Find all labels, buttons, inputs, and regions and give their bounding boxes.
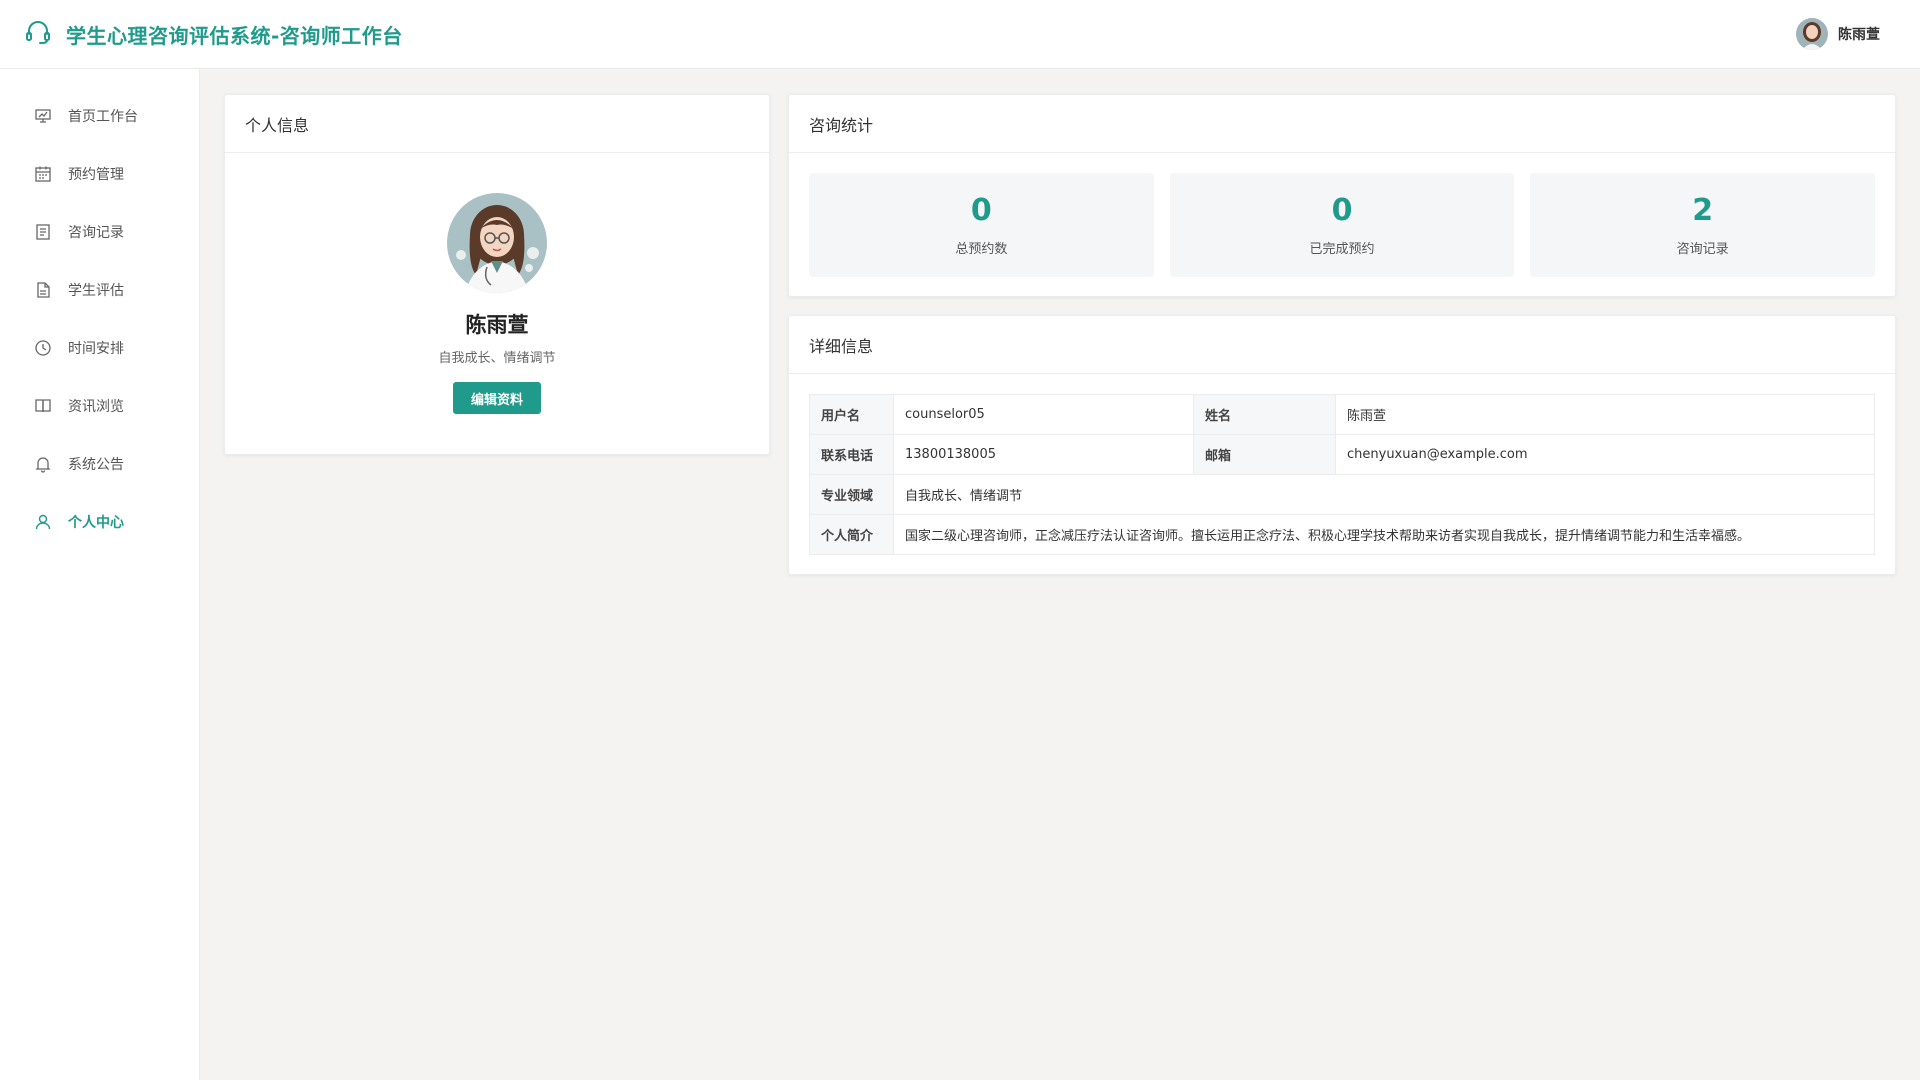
sidebar-item-label: 时间安排 [68,341,124,357]
field-label: 专业领域 [809,474,894,515]
username-label: 用户名 [809,394,894,435]
card-title: 详细信息 [789,316,1895,374]
avatar[interactable] [1796,18,1828,50]
name-value: 陈雨萱 [1335,394,1875,435]
table-row: 用户名 counselor05 姓名 陈雨萱 [809,394,1875,435]
profile-specialty: 自我成长、情绪调节 [438,351,556,366]
details-card: 详细信息 用户名 counselor05 姓名 陈雨萱 联系电话 1380013… [788,315,1896,575]
username-value: counselor05 [893,394,1194,435]
stat-total-appointments: 0 总预约数 [809,173,1154,277]
profile-name: 陈雨萱 [465,313,529,337]
document-icon [34,281,52,299]
app-title: 学生心理咨询评估系统-咨询师工作台 [66,23,403,48]
headset-icon [24,18,52,50]
sidebar: 首页工作台 预约管理 咨询记录 学生评估 时间安排 资讯浏览 系统公告 个人中心 [0,69,200,1080]
sidebar-item-label: 预约管理 [68,167,124,183]
stats-card: 咨询统计 0 总预约数 0 已完成预约 2 咨询记录 [788,94,1896,297]
sidebar-item-label: 资讯浏览 [68,399,124,415]
sidebar-item-news[interactable]: 资讯浏览 [0,377,199,435]
stat-label: 咨询记录 [1676,242,1729,257]
card-title: 咨询统计 [789,95,1895,153]
clock-icon [34,339,52,357]
sidebar-item-assessment[interactable]: 学生评估 [0,261,199,319]
stat-value: 2 [1692,193,1714,228]
phone-label: 联系电话 [809,434,894,475]
table-row: 个人简介 国家二级心理咨询师，正念减压疗法认证咨询师。擅长运用正念疗法、积极心理… [809,514,1875,555]
sidebar-item-appointments[interactable]: 预约管理 [0,145,199,203]
bio-label: 个人简介 [809,514,894,555]
sidebar-item-profile[interactable]: 个人中心 [0,493,199,551]
name-label: 姓名 [1193,394,1336,435]
brand: 学生心理咨询评估系统-咨询师工作台 [24,18,403,50]
email-value: chenyuxuan@example.com [1335,434,1875,475]
table-row: 专业领域 自我成长、情绪调节 [809,474,1875,515]
sidebar-item-records[interactable]: 咨询记录 [0,203,199,261]
bell-icon [34,455,52,473]
sidebar-item-schedule[interactable]: 时间安排 [0,319,199,377]
user-icon [34,513,52,531]
calendar-icon [34,165,52,183]
email-label: 邮箱 [1193,434,1336,475]
card-title: 个人信息 [225,95,769,153]
stat-consultation-records: 2 咨询记录 [1530,173,1876,277]
stat-value: 0 [970,193,992,228]
record-list-icon [34,223,52,241]
phone-value: 13800138005 [893,434,1194,475]
sidebar-item-label: 首页工作台 [68,109,138,125]
profile-card: 个人信息 陈雨萱 自我成长、情绪调节 编辑资料 [224,94,770,455]
bio-value: 国家二级心理咨询师，正念减压疗法认证咨询师。擅长运用正念疗法、积极心理学技术帮助… [893,514,1875,555]
book-icon [34,397,52,415]
sidebar-item-label: 系统公告 [68,457,124,473]
top-header: 学生心理咨询评估系统-咨询师工作台 陈雨萱 [0,0,1920,69]
edit-profile-button[interactable]: 编辑资料 [453,382,541,414]
stat-value: 0 [1331,193,1353,228]
sidebar-item-dashboard[interactable]: 首页工作台 [0,87,199,145]
user-name: 陈雨萱 [1838,27,1880,43]
stat-label: 总预约数 [955,242,1008,257]
chart-board-icon [34,107,52,125]
sidebar-item-label: 学生评估 [68,283,124,299]
sidebar-item-label: 个人中心 [68,515,124,531]
avatar [447,193,547,293]
table-row: 联系电话 13800138005 邮箱 chenyuxuan@example.c… [809,434,1875,475]
stat-completed-appointments: 0 已完成预约 [1169,173,1515,277]
user-menu[interactable]: 陈雨萱 [1796,18,1880,50]
stat-label: 已完成预约 [1309,242,1375,257]
sidebar-item-label: 咨询记录 [68,225,124,241]
details-table: 用户名 counselor05 姓名 陈雨萱 联系电话 13800138005 … [809,394,1875,555]
sidebar-item-announcements[interactable]: 系统公告 [0,435,199,493]
field-value: 自我成长、情绪调节 [893,474,1875,515]
